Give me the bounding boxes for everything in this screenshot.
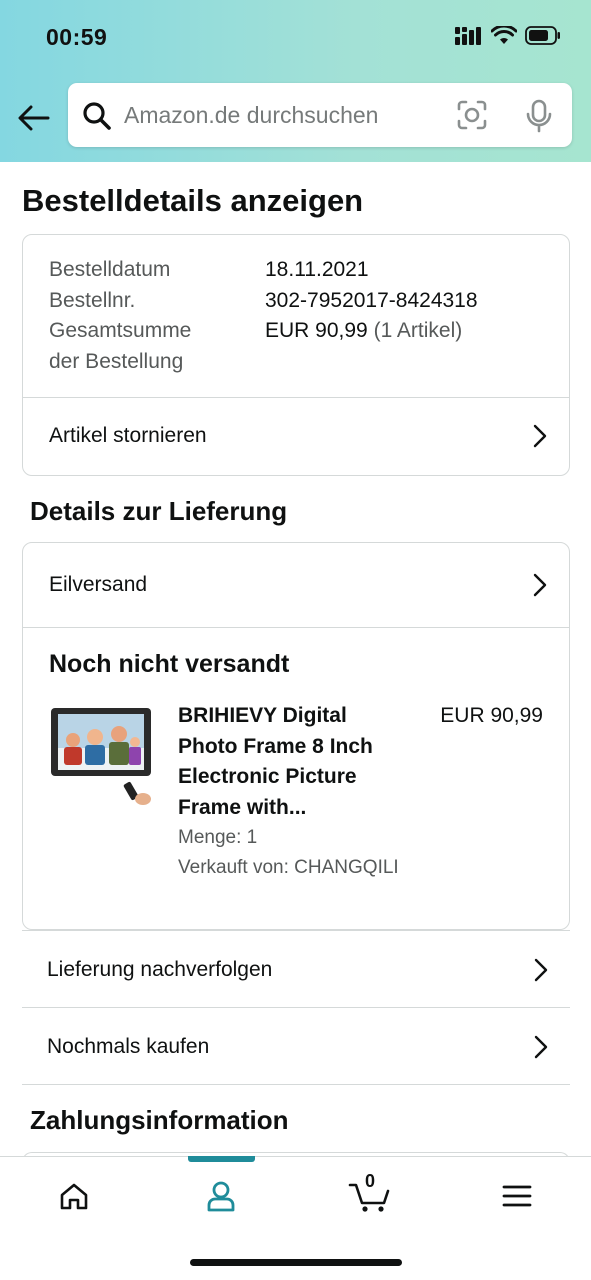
home-indicator[interactable] [190,1259,402,1266]
back-arrow-icon [18,105,50,131]
page-title: Bestelldetails anzeigen [22,183,364,218]
payment-heading: Zahlungsinformation [30,1105,289,1135]
microphone-icon[interactable] [526,99,552,133]
tab-menu[interactable] [487,1171,547,1221]
menu-icon [502,1185,532,1207]
delivery-card: Eilversand Noch nicht versandt BRIHIEVY … [22,542,570,930]
wifi-icon [491,26,517,44]
search-input[interactable] [124,83,424,147]
order-date-label: Bestelldatum [49,258,171,281]
shipping-speed-label: Eilversand [49,573,148,596]
cart-count-badge: 0 [365,1171,376,1191]
order-date-value: 18.11.2021 [265,258,369,281]
camera-search-icon[interactable] [456,99,488,131]
search-icon [83,102,111,130]
divider [23,627,569,628]
order-number-value: 302-7952017-8424318 [265,288,478,312]
order-item-count: (1 Artikel) [373,319,463,342]
product-title[interactable]: BRIHIEVY Digital Photo Frame 8 Inch Elec… [178,701,408,823]
order-number-label: Bestellnr. [49,288,136,312]
tab-home[interactable] [44,1171,104,1221]
product-quantity: Menge: 1 [178,827,258,848]
status-time: 00:59 [46,24,108,50]
chevron-right-icon [533,424,547,448]
chevron-right-icon [534,958,548,981]
product-image[interactable] [49,704,157,808]
product-seller: Verkauft von: CHANGQILI [178,857,399,878]
shipment-status: Noch nicht versandt [49,650,290,678]
track-delivery-label: Lieferung nachverfolgen [47,957,273,981]
buy-again-link[interactable]: Nochmals kaufen [22,1008,570,1085]
chevron-right-icon [533,573,547,597]
cancel-items-link[interactable]: Artikel stornieren [23,397,569,475]
tab-account[interactable] [191,1171,251,1221]
app-header: 00:59 [0,0,591,162]
active-tab-indicator [188,1156,255,1162]
chevron-right-icon [534,1035,548,1058]
product-price: EUR 90,99 [440,704,543,727]
status-icons [455,26,561,45]
delivery-heading: Details zur Lieferung [30,496,288,526]
cellular-signal-icon [455,26,481,45]
order-total-value: EUR 90,99 [265,319,368,342]
home-icon [60,1183,88,1210]
order-total-label-line1: Gesamtsumme [49,319,192,342]
buy-again-label: Nochmals kaufen [47,1034,210,1058]
back-button[interactable] [16,100,52,136]
account-icon [207,1181,235,1212]
divider [22,1084,570,1085]
search-bar[interactable] [68,83,572,147]
shipping-speed-link[interactable]: Eilversand [23,543,569,627]
battery-icon [525,26,560,45]
order-summary-grid: Bestelldatum 18.11.2021 Bestellnr. 302-7… [49,255,478,377]
track-delivery-link[interactable]: Lieferung nachverfolgen [22,931,570,1008]
cancel-items-label: Artikel stornieren [49,424,207,447]
order-summary-card: Bestelldatum 18.11.2021 Bestellnr. 302-7… [22,234,570,476]
order-total-label-line2: der Bestellung [49,349,184,373]
